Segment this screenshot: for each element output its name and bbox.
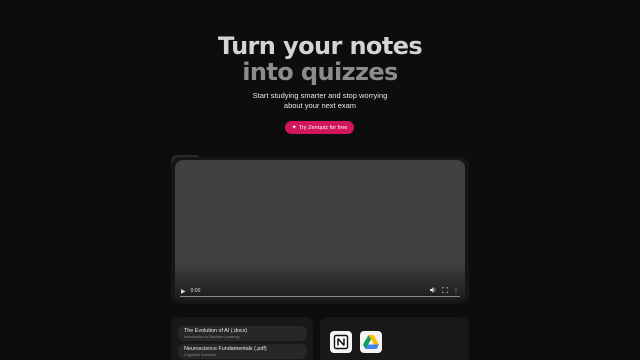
hero: Turn your notes into quizzes Start study…: [0, 33, 640, 111]
video-progress-bar[interactable]: [180, 295, 460, 297]
files-card: The Evolution of AI (.docx) Introduction…: [171, 317, 313, 360]
more-options-icon[interactable]: ⋮: [453, 288, 459, 295]
subtitle-line-1: Start studying smarter and stop worrying: [252, 91, 388, 100]
subtitle: Start studying smarter and stop worrying…: [0, 91, 640, 111]
demo-video[interactable]: ▶ 0:00 ⋮: [175, 160, 465, 301]
cta-label: Try Zenquiz for free: [298, 124, 348, 131]
title-line-1: Turn your notes: [217, 32, 423, 60]
try-for-free-button[interactable]: ✦ Try Zenquiz for free: [285, 121, 354, 134]
sparkle-icon: ✦: [291, 125, 297, 131]
google-drive-icon: [360, 331, 382, 353]
fullscreen-icon[interactable]: [441, 286, 449, 295]
subtitle-line-2: about your next exam: [283, 101, 357, 110]
page-title: Turn your notes into quizzes: [0, 33, 640, 85]
play-icon[interactable]: ▶: [181, 288, 186, 295]
integrations-card: [320, 317, 469, 360]
video-current-time: 0:00: [190, 288, 201, 294]
title-line-2: into quizzes: [242, 58, 398, 86]
file-item[interactable]: The Evolution of AI (.docx) Introduction…: [178, 326, 307, 341]
file-subtitle: Cognitive Sciences: [184, 352, 217, 357]
volume-icon[interactable]: [430, 287, 437, 295]
notion-icon: [330, 331, 352, 353]
file-subtitle: Introduction to Machine Learning: [184, 334, 240, 339]
file-item[interactable]: Neuroscience Fundamentals (.pdf) Cogniti…: [178, 344, 307, 359]
video-controls: ▶ 0:00 ⋮: [175, 281, 465, 301]
